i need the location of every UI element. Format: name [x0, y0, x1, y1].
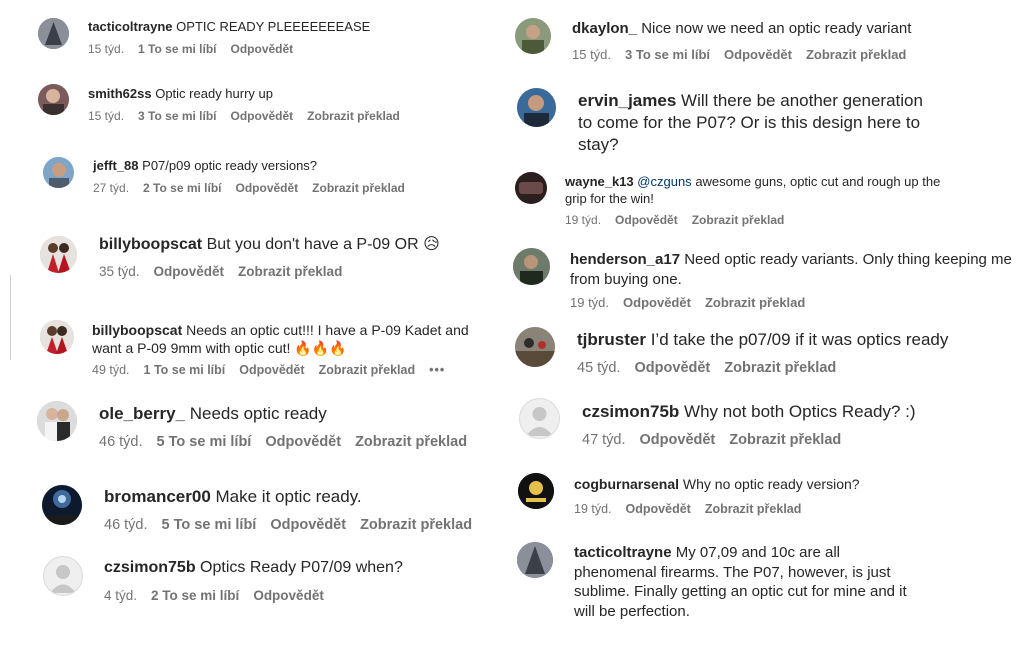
translate-button[interactable]: Zobrazit překlad: [355, 434, 467, 450]
reply-button[interactable]: Odpovědět: [253, 588, 324, 603]
likes-count[interactable]: 1 To se mi líbí: [144, 363, 226, 377]
avatar[interactable]: [38, 84, 69, 115]
comment-time[interactable]: 47 týd.: [582, 432, 626, 448]
reply-button[interactable]: Odpovědět: [640, 432, 716, 448]
comment-text: I’d take the p07/09 if it was optics rea…: [650, 330, 949, 349]
comment-text: Why no optic ready version?: [682, 476, 860, 492]
comment-time[interactable]: 46 týd.: [104, 517, 148, 533]
comment-username[interactable]: henderson_a17: [570, 251, 680, 268]
comment-username[interactable]: billyboopscat: [99, 236, 202, 253]
comment-text: P07/p09 optic ready versions?: [142, 158, 318, 173]
avatar[interactable]: [40, 320, 74, 354]
likes-count[interactable]: 1 To se mi líbí: [138, 42, 216, 56]
avatar[interactable]: [42, 485, 82, 525]
reply-button[interactable]: Odpovědět: [635, 360, 711, 376]
comment-time[interactable]: 45 týd.: [577, 360, 621, 376]
comment-username[interactable]: bromancer00: [104, 487, 211, 506]
translate-button[interactable]: Zobrazit překlad: [705, 502, 802, 516]
comment-time[interactable]: 19 týd.: [565, 213, 601, 227]
comment-username[interactable]: ervin_james: [578, 91, 676, 110]
comment-text: OPTIC READY PLEEEEEEEASE: [176, 19, 371, 34]
avatar[interactable]: [515, 18, 551, 54]
translate-button[interactable]: Zobrazit překlad: [729, 432, 841, 448]
reply-button[interactable]: Odpovědět: [724, 47, 792, 62]
avatar[interactable]: [513, 248, 550, 285]
avatar[interactable]: [518, 473, 554, 509]
comment-time[interactable]: 4 týd.: [104, 588, 137, 603]
avatar[interactable]: [519, 398, 560, 439]
reply-button[interactable]: Odpovědět: [231, 109, 294, 123]
comment-text: But you don't have a P-09 OR 😥: [206, 236, 440, 253]
likes-count[interactable]: 3 To se mi líbí: [138, 109, 216, 123]
comment-time[interactable]: 15 týd.: [88, 109, 124, 123]
comment-username[interactable]: billyboopscat: [92, 322, 182, 338]
likes-count[interactable]: 2 To se mi líbí: [151, 588, 239, 603]
comment-time[interactable]: 49 týd.: [92, 363, 130, 377]
translate-button[interactable]: Zobrazit překlad: [806, 47, 906, 62]
reply-button[interactable]: Odpovědět: [270, 517, 346, 533]
comment-text: Why not both Optics Ready? :): [684, 402, 916, 421]
translate-button[interactable]: Zobrazit překlad: [319, 363, 416, 377]
avatar[interactable]: [43, 157, 74, 188]
comment-time[interactable]: 35 týd.: [99, 264, 140, 279]
avatar[interactable]: [515, 327, 555, 367]
comment-username[interactable]: czsimon75b: [104, 559, 196, 576]
likes-count[interactable]: 3 To se mi líbí: [625, 47, 710, 62]
comment-username[interactable]: cogburnarsenal: [574, 476, 679, 492]
reply-button[interactable]: Odpovědět: [239, 363, 304, 377]
reply-button[interactable]: Odpovědět: [154, 264, 225, 279]
comment-time[interactable]: 15 týd.: [88, 42, 124, 56]
reply-button[interactable]: Odpovědět: [626, 502, 691, 516]
comment-username[interactable]: dkaylon_: [572, 20, 637, 37]
comment-username[interactable]: ole_berry_: [99, 404, 185, 423]
translate-button[interactable]: Zobrazit překlad: [724, 360, 836, 376]
comment-time[interactable]: 19 týd.: [574, 502, 612, 516]
translate-button[interactable]: Zobrazit překlad: [312, 181, 405, 195]
comment-username[interactable]: smith62ss: [88, 86, 152, 101]
translate-button[interactable]: Zobrazit překlad: [238, 264, 342, 279]
comment-time[interactable]: 19 týd.: [570, 295, 609, 310]
comment-username[interactable]: wayne_k13: [565, 174, 634, 189]
likes-count[interactable]: 5 To se mi líbí: [162, 517, 257, 533]
translate-button[interactable]: Zobrazit překlad: [360, 517, 472, 533]
reply-button[interactable]: Odpovědět: [265, 434, 341, 450]
likes-count[interactable]: 5 To se mi líbí: [157, 434, 252, 450]
mention-link[interactable]: @czguns: [637, 174, 691, 189]
avatar[interactable]: [517, 88, 556, 127]
translate-button[interactable]: Zobrazit překlad: [307, 109, 400, 123]
comment-time[interactable]: 27 týd.: [93, 181, 129, 195]
comment-username[interactable]: tacticoltrayne: [88, 19, 173, 34]
comment-text: Make it optic ready.: [215, 487, 362, 506]
avatar[interactable]: [515, 172, 547, 204]
comment-text: Needs optic ready: [189, 404, 327, 423]
translate-button[interactable]: Zobrazit překlad: [692, 213, 785, 227]
avatar[interactable]: [37, 401, 77, 441]
avatar[interactable]: [40, 236, 77, 273]
comment-time[interactable]: 15 týd.: [572, 47, 611, 62]
avatar[interactable]: [517, 542, 553, 578]
comment-username[interactable]: tacticoltrayne: [574, 544, 672, 561]
comment-username[interactable]: czsimon75b: [582, 402, 679, 421]
avatar[interactable]: [43, 556, 83, 596]
comment-text: Nice now we need an optic ready variant: [641, 20, 912, 37]
more-options-icon[interactable]: •••: [429, 363, 445, 377]
comment-text: Optics Ready P07/09 when?: [200, 559, 403, 576]
translate-button[interactable]: Zobrazit překlad: [705, 295, 805, 310]
reply-button[interactable]: Odpovědět: [615, 213, 678, 227]
reply-button[interactable]: Odpovědět: [231, 42, 294, 56]
comment-text: Optic ready hurry up: [155, 86, 273, 101]
avatar[interactable]: [38, 18, 69, 49]
comment-username[interactable]: jefft_88: [93, 158, 139, 173]
likes-count[interactable]: 2 To se mi líbí: [143, 181, 221, 195]
comment-time[interactable]: 46 týd.: [99, 434, 143, 450]
reply-button[interactable]: Odpovědět: [623, 295, 691, 310]
divider: [10, 275, 11, 360]
comment-username[interactable]: tjbruster: [577, 330, 646, 349]
reply-button[interactable]: Odpovědět: [236, 181, 299, 195]
